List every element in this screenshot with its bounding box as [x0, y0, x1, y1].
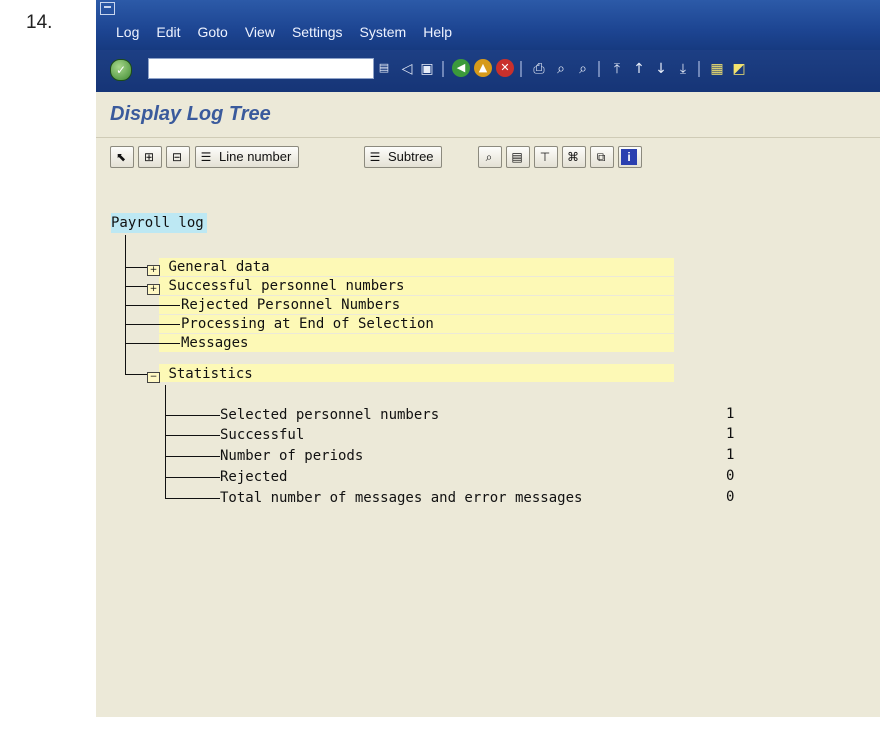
folder-open-icon[interactable]: −: [147, 372, 160, 383]
info-icon: i: [621, 149, 637, 165]
tree-node-general-data[interactable]: + General data: [147, 258, 270, 276]
expand-icon: ⊞: [143, 150, 155, 164]
collapse-arrow-icon[interactable]: ◁: [398, 59, 416, 79]
menu-settings[interactable]: Settings: [292, 24, 343, 40]
list-icon: ☰: [200, 150, 212, 164]
stat-label: Number of periods: [220, 448, 364, 464]
stat-label: Rejected: [220, 469, 288, 485]
back-icon[interactable]: ◀: [452, 59, 470, 77]
save-icon[interactable]: ▣: [418, 59, 436, 79]
previous-page-icon[interactable]: ↑: [630, 59, 648, 79]
sap-window: Log Edit Goto View Settings System Help …: [96, 0, 880, 717]
application-toolbar: ⬉ ⊞ ⊟ ☰ Line number ☰ Subtree ⌕ ▤ ⊤ ⌘ ⧉ …: [96, 137, 880, 181]
find-next-icon[interactable]: ⌕: [574, 59, 592, 79]
tree-connector: [125, 305, 180, 306]
system-menu-icon[interactable]: [100, 2, 115, 15]
stat-value: 0: [726, 489, 735, 505]
select-cursor-icon: ⬉: [115, 150, 127, 164]
menu-edit[interactable]: Edit: [156, 24, 180, 40]
list-icon: ☰: [369, 150, 381, 164]
tree-connector: [125, 343, 180, 344]
info-button[interactable]: i: [618, 146, 642, 168]
collapse-icon: ⊟: [171, 150, 183, 164]
tree-connector: [165, 477, 220, 478]
toolbar-separator: [598, 61, 600, 77]
tree-connector: [125, 374, 147, 375]
menu-help[interactable]: Help: [423, 24, 452, 40]
copy-button[interactable]: ⧉: [590, 146, 614, 168]
tree-connector: [125, 267, 147, 268]
find-button[interactable]: ⌘: [562, 146, 586, 168]
tree-root-payroll-log[interactable]: Payroll log: [111, 213, 207, 233]
details-button[interactable]: ▤: [506, 146, 530, 168]
command-field[interactable]: [148, 58, 374, 79]
exit-icon[interactable]: ▲: [474, 59, 492, 77]
stat-value: 0: [726, 468, 735, 484]
standard-toolbar: ✓ ▤ ◁ ▣ ◀ ▲ ✕ ⎙ ⌕ ⌕ ⤒ ↑ ↓ ⤓ ▦ ◩: [96, 50, 880, 92]
screen-title: Display Log Tree: [110, 103, 271, 125]
stat-label: Total number of messages and error messa…: [220, 490, 583, 506]
find-icon[interactable]: ⌕: [552, 59, 570, 79]
menu-log[interactable]: Log: [116, 24, 139, 40]
tree-connector: [165, 385, 166, 498]
stat-value: 1: [726, 426, 735, 442]
hierarchy-icon: ⊤: [539, 150, 551, 164]
binoculars-icon: ⌘: [567, 150, 579, 164]
menu-system[interactable]: System: [360, 24, 407, 40]
expand-button[interactable]: ⊞: [138, 146, 162, 168]
tree-connector: [165, 498, 220, 499]
line-number-button[interactable]: ☰ Line number: [195, 146, 300, 168]
log-tree-area: Payroll log + General data + Successful …: [96, 180, 880, 717]
print-icon[interactable]: ⎙: [530, 59, 548, 79]
cancel-icon[interactable]: ✕: [496, 59, 514, 77]
menu-bar: Log Edit Goto View Settings System Help: [96, 0, 880, 50]
node-label: Successful personnel numbers: [168, 278, 405, 294]
tree-node-statistics[interactable]: − Statistics: [147, 365, 253, 383]
details-icon: ▤: [511, 150, 523, 164]
collapse-button[interactable]: ⊟: [166, 146, 190, 168]
toolbar-separator: [520, 61, 522, 77]
choose-button[interactable]: ⬉: [110, 146, 134, 168]
command-history-icon[interactable]: ▤: [378, 59, 390, 77]
first-page-icon[interactable]: ⤒: [608, 59, 626, 79]
node-label: General data: [168, 259, 270, 275]
hierarchy-button[interactable]: ⊤: [534, 146, 558, 168]
search-button[interactable]: ⌕: [478, 146, 502, 168]
node-label: Statistics: [168, 366, 253, 382]
stat-label: Successful: [220, 427, 305, 443]
step-number: 14.: [26, 12, 53, 33]
folder-closed-icon[interactable]: +: [147, 265, 160, 276]
tree-node-messages[interactable]: Messages: [181, 334, 248, 352]
copy-icon: ⧉: [596, 150, 606, 164]
subtree-label: Subtree: [388, 149, 434, 164]
tree-connector: [165, 456, 220, 457]
enter-check-icon[interactable]: ✓: [110, 59, 132, 81]
folder-closed-icon[interactable]: +: [147, 284, 160, 295]
stat-value: 1: [726, 406, 735, 422]
subtree-button[interactable]: ☰ Subtree: [364, 146, 442, 168]
shortcut-icon[interactable]: ◩: [730, 59, 748, 79]
create-session-icon[interactable]: ▦: [708, 59, 726, 79]
tree-connector: [165, 435, 220, 436]
last-page-icon[interactable]: ⤓: [674, 59, 692, 79]
tree-connector: [125, 324, 180, 325]
stat-label: Selected personnel numbers: [220, 407, 440, 423]
tree-node-rejected-personnel-numbers[interactable]: Rejected Personnel Numbers: [181, 296, 400, 314]
line-number-label: Line number: [219, 149, 292, 164]
tree-connector: [125, 286, 147, 287]
tree-node-processing-end-of-selection[interactable]: Processing at End of Selection: [181, 315, 434, 333]
next-page-icon[interactable]: ↓: [652, 59, 670, 79]
tree-connector: [165, 415, 220, 416]
tree-node-successful-personnel-numbers[interactable]: + Successful personnel numbers: [147, 277, 404, 295]
magnifier-icon: ⌕: [485, 150, 493, 164]
toolbar-separator: [442, 61, 444, 77]
menu-view[interactable]: View: [245, 24, 275, 40]
toolbar-separator: [698, 61, 700, 77]
menu-goto[interactable]: Goto: [197, 24, 227, 40]
stat-value: 1: [726, 447, 735, 463]
